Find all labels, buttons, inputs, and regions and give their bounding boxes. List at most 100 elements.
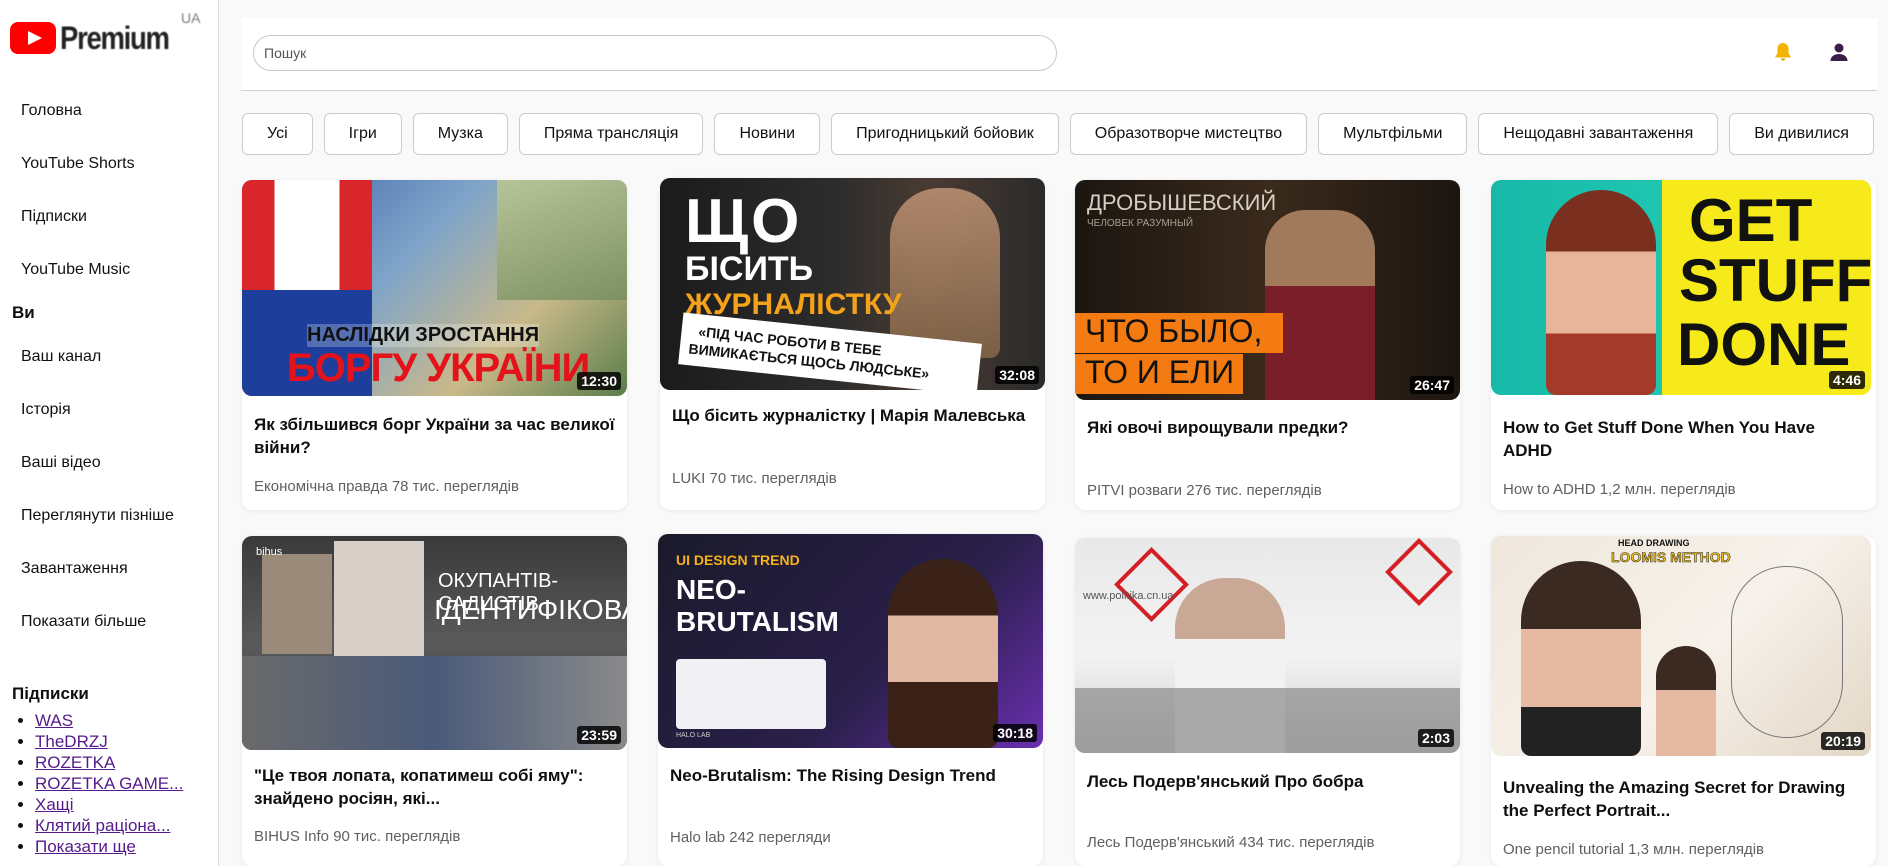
thumbnail-text: HEAD DRAWING [1618, 538, 1690, 548]
video-title[interactable]: Unvealing the Amazing Secret for Drawing… [1503, 776, 1864, 822]
thumbnail-text: ДРОБЫШЕВСКИЙ [1087, 190, 1277, 215]
sidebar-item-history[interactable]: Історія [0, 383, 218, 436]
video-thumbnail[interactable]: HEAD DRAWING LOOMIS METHOD 20:19 [1491, 536, 1871, 756]
video-meta: Halo lab 242 перегляди [670, 829, 831, 846]
chip-action-adventure[interactable]: Пригодницький бойовик [831, 113, 1059, 155]
sidebar-item-home[interactable]: Головна [0, 84, 218, 137]
section-title-you: Ви [12, 303, 35, 322]
sidebar-item-your-channel[interactable]: Ваш канал [0, 330, 218, 383]
thumbnail-text: ЧТО БЫЛО, [1085, 313, 1263, 349]
logo-text: Premium [60, 19, 170, 56]
video-card[interactable]: НАСЛІДКИ ЗРОСТАННЯ БОРГУ УКРАЇНИ 12:30 Я… [242, 180, 627, 510]
bell-icon[interactable] [1771, 40, 1795, 64]
video-meta: LUKI 70 тис. переглядів [672, 470, 837, 487]
thumbnail-text: НАСЛІДКИ ЗРОСТАННЯ [307, 324, 540, 347]
thumbnail-text: GET [1689, 187, 1813, 254]
video-thumbnail[interactable]: www.politika.cn.ua 2:03 [1075, 538, 1460, 753]
video-meta: PITVI розваги 276 тис. переглядів [1087, 482, 1322, 499]
video-meta: One pencil tutorial 1,3 млн. переглядів [1503, 841, 1764, 858]
thumbnail-text: ЩО [685, 187, 803, 256]
video-thumbnail[interactable]: UI DESIGN TREND NEO- BRUTALISM HALO LAB … [658, 534, 1043, 748]
video-title[interactable]: Що бісить журналістку | Марія Малевська [672, 404, 1033, 427]
subscriptions-list: Підписки WAS TheDRZJ ROZETKA ROZETKA GAM… [12, 684, 183, 857]
thumbnail-text: ЧЕЛОВЕК РАЗУМНЫЙ [1087, 218, 1194, 229]
subscription-link[interactable]: TheDRZJ [35, 732, 108, 751]
thumbnail-text: bihus [256, 546, 283, 558]
subscription-link[interactable]: ROZETKA [35, 753, 115, 772]
thumbnail-text: NEO- [676, 574, 746, 605]
sidebar-nav: Головна YouTube Shorts Підписки YouTube … [0, 84, 218, 648]
chip-all[interactable]: Усі [242, 113, 313, 155]
subscription-link[interactable]: ROZETKA GAME... [35, 774, 183, 793]
video-duration: 12:30 [577, 372, 621, 390]
thumbnail-text: БОРГУ УКРАЇНИ [287, 346, 590, 390]
video-title[interactable]: Які овочі вирощували предки? [1087, 416, 1448, 439]
video-card[interactable]: www.politika.cn.ua 2:03 Лесь Подерв'янсь… [1075, 538, 1460, 866]
video-title[interactable]: Neo-Brutalism: The Rising Design Trend [670, 764, 1031, 787]
subscription-link[interactable]: WAS [35, 711, 73, 730]
sidebar-item-your-videos[interactable]: Ваші відео [0, 436, 218, 489]
thumbnail-text: BRUTALISM [676, 606, 839, 637]
subscription-link[interactable]: Хащі [35, 795, 74, 814]
chip-fine-art[interactable]: Образотворче мистецтво [1069, 113, 1308, 155]
video-card[interactable]: ЩО БІСИТЬ ЖУРНАЛІСТКУ «ПІД ЧАС РОБОТИ В … [660, 178, 1045, 510]
video-duration: 32:08 [995, 366, 1039, 384]
top-header [241, 18, 1877, 91]
video-title[interactable]: Лесь Подерв'янський Про бобра [1087, 770, 1448, 793]
youtube-play-icon [10, 22, 56, 54]
subscription-link[interactable]: Клятий раціона... [35, 816, 170, 835]
category-chips: Усі Ігри Музка Пряма трансляція Новини П… [242, 113, 1874, 155]
chip-live[interactable]: Пряма трансляція [518, 113, 704, 155]
video-meta: Економічна правда 78 тис. переглядів [254, 478, 519, 495]
thumbnail-text: БІСИТЬ [685, 250, 814, 288]
video-title[interactable]: "Це твоя лопата, копатимеш собі яму": зн… [254, 764, 615, 810]
sidebar-item-music[interactable]: YouTube Music [0, 243, 218, 296]
subscriptions-title: Підписки [12, 684, 89, 703]
thumbnail-text: ІДЕНТИФІКОВАНО [434, 594, 627, 625]
video-card[interactable]: bihus ОКУПАНТІВ-САДИСТІВ ІДЕНТИФІКОВАНО … [242, 536, 627, 866]
video-title[interactable]: How to Get Stuff Done When You Have ADHD [1503, 416, 1864, 462]
search-input[interactable] [253, 35, 1057, 71]
thumbnail-text: www.politika.cn.ua [1083, 590, 1174, 602]
sidebar-item-watch-later[interactable]: Переглянути пізніше [0, 489, 218, 542]
video-thumbnail[interactable]: ДРОБЫШЕВСКИЙ ЧЕЛОВЕК РАЗУМНЫЙ ЧТО БЫЛО, … [1075, 180, 1460, 400]
sidebar-item-shorts[interactable]: YouTube Shorts [0, 137, 218, 190]
video-card[interactable]: UI DESIGN TREND NEO- BRUTALISM HALO LAB … [658, 534, 1043, 866]
video-duration: 23:59 [577, 726, 621, 744]
video-duration: 4:46 [1828, 371, 1865, 389]
profile-icon[interactable] [1827, 40, 1851, 64]
video-card[interactable]: HEAD DRAWING LOOMIS METHOD 20:19 Unveali… [1491, 536, 1876, 866]
sidebar: Premium UA Головна YouTube Shorts Підпис… [0, 0, 219, 866]
chip-music[interactable]: Музка [412, 113, 508, 155]
video-duration: 26:47 [1410, 376, 1454, 394]
thumbnail-text: UI DESIGN TREND [676, 552, 800, 568]
youtube-premium-logo[interactable]: Premium [10, 18, 186, 58]
sidebar-item-downloads[interactable]: Завантаження [0, 542, 218, 595]
sidebar-item-show-more[interactable]: Показати більше [0, 595, 218, 648]
video-thumbnail[interactable]: НАСЛІДКИ ЗРОСТАННЯ БОРГУ УКРАЇНИ 12:30 [242, 180, 627, 396]
chip-news[interactable]: Новини [714, 113, 821, 155]
video-meta: BIHUS Info 90 тис. переглядів [254, 828, 461, 845]
chip-games[interactable]: Ігри [323, 113, 402, 155]
thumbnail-text: HALO LAB [676, 732, 711, 739]
video-thumbnail[interactable]: GET STUFF DONE 4:46 [1491, 180, 1871, 395]
video-duration: 20:19 [1821, 732, 1865, 750]
thumbnail-text: STUFF [1679, 247, 1871, 314]
chip-cartoons[interactable]: Мультфільми [1318, 113, 1468, 155]
video-meta: How to ADHD 1,2 млн. переглядів [1503, 481, 1736, 498]
video-duration: 2:03 [1417, 729, 1454, 747]
thumbnail-text: DONE [1677, 311, 1851, 378]
sidebar-item-subscriptions[interactable]: Підписки [0, 190, 218, 243]
chip-watched[interactable]: Ви дивилися [1729, 113, 1874, 155]
video-thumbnail[interactable]: ЩО БІСИТЬ ЖУРНАЛІСТКУ «ПІД ЧАС РОБОТИ В … [660, 178, 1045, 390]
thumbnail-text: LOOMIS METHOD [1611, 549, 1731, 566]
video-duration: 30:18 [993, 724, 1037, 742]
video-thumbnail[interactable]: bihus ОКУПАНТІВ-САДИСТІВ ІДЕНТИФІКОВАНО … [242, 536, 627, 750]
subscriptions-show-more-link[interactable]: Показати ще [35, 837, 136, 856]
chip-recently-uploaded[interactable]: Нещодавні завантаження [1478, 113, 1719, 155]
video-card[interactable]: ДРОБЫШЕВСКИЙ ЧЕЛОВЕК РАЗУМНЫЙ ЧТО БЫЛО, … [1075, 180, 1460, 510]
thumbnail-text: ТО И ЕЛИ [1085, 354, 1235, 390]
video-card[interactable]: GET STUFF DONE 4:46 How to Get Stuff Don… [1491, 180, 1876, 510]
video-meta: Лесь Подерв'янський 434 тис. переглядів [1087, 834, 1375, 851]
video-title[interactable]: Як збільшився борг України за час велико… [254, 413, 615, 459]
